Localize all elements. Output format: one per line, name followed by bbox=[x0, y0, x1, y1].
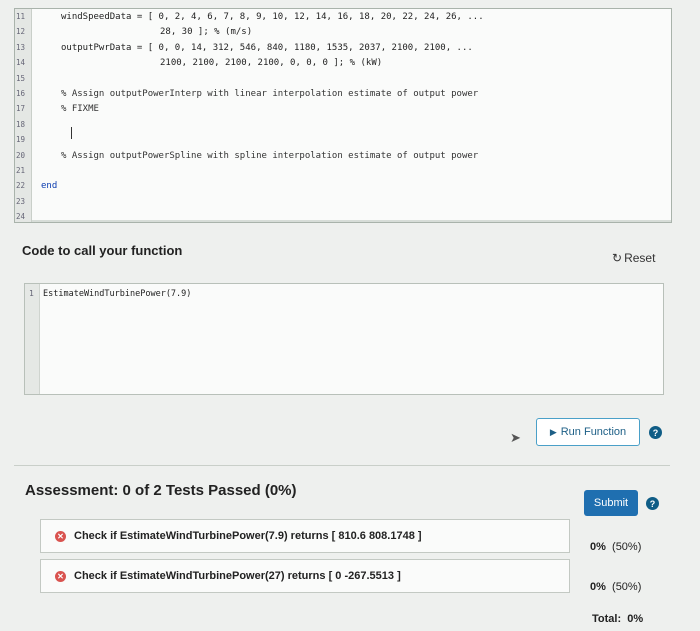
assessment-title: Assessment: 0 of 2 Tests Passed (0%) bbox=[25, 482, 297, 499]
fail-icon: ✕ bbox=[55, 570, 66, 582]
line-number: 14 bbox=[16, 58, 26, 67]
total-label: Total: bbox=[592, 613, 622, 625]
test-label: Check if EstimateWindTurbinePower(27) re… bbox=[74, 570, 401, 582]
line-number: 18 bbox=[16, 120, 26, 129]
line-number: 11 bbox=[16, 12, 26, 21]
line-number: 20 bbox=[16, 151, 26, 160]
code-line-12: 28, 30 ]; % (m/s) bbox=[160, 27, 253, 37]
code-line-17: % FIXME bbox=[61, 104, 99, 114]
help-icon[interactable]: ? bbox=[646, 497, 659, 510]
line-number: 1 bbox=[29, 289, 34, 298]
section-divider bbox=[14, 465, 670, 466]
code-line-16: % Assign outputPowerInterp with linear i… bbox=[61, 89, 479, 99]
line-number: 23 bbox=[16, 197, 26, 206]
mouse-pointer-icon: ➤ bbox=[510, 430, 521, 445]
line-number: 21 bbox=[16, 166, 26, 175]
run-function-button[interactable]: ▶ Run Function bbox=[536, 418, 640, 446]
submit-button[interactable]: Submit bbox=[584, 490, 638, 516]
line-number: 16 bbox=[16, 89, 26, 98]
call-section-title: Code to call your function bbox=[22, 243, 183, 258]
score-weight: (50%) bbox=[612, 581, 642, 593]
test-score: 0% (50%) bbox=[590, 581, 641, 593]
play-icon: ▶ bbox=[549, 426, 557, 437]
reset-icon: ↻ bbox=[612, 251, 623, 265]
help-icon[interactable]: ? bbox=[649, 426, 662, 439]
line-number: 13 bbox=[16, 43, 26, 52]
line-number: 24 bbox=[16, 212, 26, 221]
test-label: Check if EstimateWindTurbinePower(7.9) r… bbox=[74, 530, 422, 542]
text-cursor bbox=[71, 127, 72, 139]
code-line-14: 2100, 2100, 2100, 2100, 0, 0, 0 ]; % (kW… bbox=[160, 58, 383, 68]
function-editor[interactable]: 11 12 13 14 15 16 17 18 19 20 21 22 23 2… bbox=[14, 8, 672, 223]
reset-button[interactable]: ↻ Reset bbox=[612, 251, 655, 265]
code-line-13: outputPwrData = [ 0, 0, 14, 312, 546, 84… bbox=[61, 43, 473, 53]
line-number: 15 bbox=[16, 74, 26, 83]
line-number: 17 bbox=[16, 104, 26, 113]
code-line-22: end bbox=[41, 181, 58, 191]
test-row[interactable]: ✕ Check if EstimateWindTurbinePower(27) … bbox=[40, 559, 570, 593]
line-number-gutter: 11 12 13 14 15 16 17 18 19 20 21 22 23 2… bbox=[15, 9, 32, 222]
reset-label: Reset bbox=[624, 251, 656, 265]
call-code-line: EstimateWindTurbinePower(7.9) bbox=[43, 289, 192, 299]
score-value: 0% bbox=[590, 581, 606, 593]
total-value: 0% bbox=[627, 613, 644, 625]
test-score: 0% (50%) bbox=[590, 541, 641, 553]
call-code-editor[interactable]: 1 EstimateWindTurbinePower(7.9) bbox=[24, 283, 664, 395]
line-number: 19 bbox=[16, 135, 26, 144]
fail-icon: ✕ bbox=[55, 530, 66, 542]
test-row[interactable]: ✕ Check if EstimateWindTurbinePower(7.9)… bbox=[40, 519, 570, 553]
total-score: Total: 0% bbox=[592, 613, 643, 625]
code-line-20: % Assign outputPowerSpline with spline i… bbox=[61, 151, 479, 161]
line-number: 22 bbox=[16, 181, 26, 190]
line-number: 12 bbox=[16, 27, 26, 36]
line-number-gutter bbox=[25, 284, 40, 394]
code-line-11: windSpeedData = [ 0, 2, 4, 6, 7, 8, 9, 1… bbox=[61, 12, 484, 22]
run-function-label: Run Function bbox=[560, 426, 627, 438]
score-weight: (50%) bbox=[612, 541, 642, 553]
score-value: 0% bbox=[590, 541, 606, 553]
